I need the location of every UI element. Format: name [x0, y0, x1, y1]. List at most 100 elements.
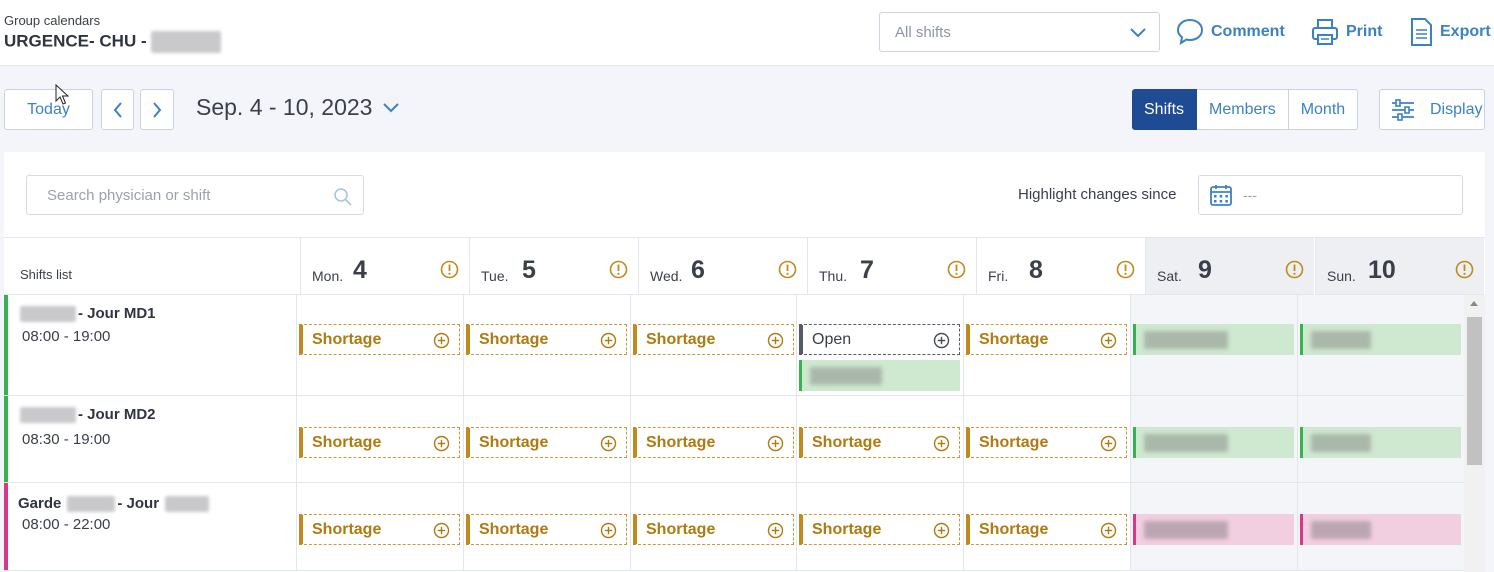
day-number: 7 — [860, 256, 874, 284]
day-cell[interactable]: Shortage — [630, 396, 797, 482]
shift-filter-select[interactable]: All shifts — [879, 12, 1160, 52]
scroll-up-arrow[interactable] — [1470, 301, 1478, 306]
shifts-list-label: Shifts list — [20, 267, 73, 282]
day-header: Thu. 7 — [807, 238, 976, 295]
exclamation-circle-icon[interactable] — [947, 260, 966, 279]
day-cell[interactable]: Shortage — [296, 295, 463, 395]
plus-circle-icon[interactable] — [933, 435, 950, 452]
day-cell[interactable]: Shortage — [963, 483, 1130, 570]
calendar-icon — [1210, 185, 1232, 206]
shortage-shift-chip[interactable]: Shortage — [466, 324, 627, 355]
plus-circle-icon[interactable] — [1100, 435, 1117, 452]
shortage-shift-chip[interactable]: Shortage — [633, 324, 794, 355]
tab-shifts[interactable]: Shifts — [1132, 89, 1198, 130]
plus-circle-icon[interactable] — [600, 435, 617, 452]
shortage-shift-chip[interactable]: Shortage — [966, 324, 1127, 355]
day-header: Mon. 4 — [300, 238, 469, 295]
day-cell[interactable]: Shortage — [463, 295, 630, 395]
assigned-shift-chip[interactable] — [1300, 514, 1461, 545]
today-button[interactable]: Today — [4, 89, 93, 130]
exclamation-circle-icon[interactable] — [778, 260, 797, 279]
day-name: Wed. — [650, 268, 683, 284]
plus-circle-icon[interactable] — [933, 522, 950, 539]
day-cell[interactable] — [1297, 295, 1464, 395]
shift-info[interactable]: Garde - Jour 08:00 - 22:00 — [4, 483, 296, 570]
shortage-shift-chip[interactable]: Shortage — [299, 514, 460, 545]
plus-circle-icon[interactable] — [1100, 522, 1117, 539]
day-cell[interactable]: Shortage — [463, 483, 630, 570]
shortage-shift-chip[interactable]: Shortage — [299, 324, 460, 355]
day-cell[interactable] — [1130, 295, 1297, 395]
exclamation-circle-icon[interactable] — [609, 260, 628, 279]
exclamation-circle-icon[interactable] — [1455, 260, 1474, 279]
plus-circle-icon[interactable] — [433, 435, 450, 452]
tab-month[interactable]: Month — [1288, 89, 1359, 130]
plus-circle-icon[interactable] — [433, 522, 450, 539]
day-cell[interactable]: Shortage — [963, 396, 1130, 482]
display-label: Display — [1430, 100, 1483, 118]
shortage-shift-chip[interactable]: Shortage — [466, 427, 627, 458]
chip-label: Shortage — [479, 520, 549, 538]
day-cell[interactable]: Shortage — [296, 396, 463, 482]
print-button[interactable]: Print — [1310, 14, 1382, 50]
shortage-shift-chip[interactable]: Shortage — [299, 427, 460, 458]
comment-button[interactable]: Comment — [1175, 14, 1285, 50]
plus-circle-icon[interactable] — [767, 332, 784, 349]
shortage-shift-chip[interactable]: Shortage — [799, 514, 960, 545]
tab-members[interactable]: Members — [1197, 89, 1289, 130]
exclamation-circle-icon[interactable] — [440, 260, 459, 279]
search-input[interactable] — [27, 176, 327, 214]
shift-info[interactable]: - Jour MD2 08:30 - 19:00 — [4, 396, 296, 482]
assigned-shift-chip[interactable] — [1133, 427, 1294, 458]
shift-color-bar — [4, 396, 8, 482]
shortage-shift-chip[interactable]: Shortage — [966, 427, 1127, 458]
day-number: 5 — [522, 256, 536, 284]
shortage-shift-chip[interactable]: Shortage — [799, 427, 960, 458]
day-cell[interactable]: Shortage — [296, 483, 463, 570]
scrollbar-thumb[interactable] — [1467, 317, 1482, 465]
day-cell[interactable]: Shortage — [796, 396, 963, 482]
shortage-shift-chip[interactable]: Shortage — [633, 514, 794, 545]
plus-circle-icon[interactable] — [600, 332, 617, 349]
assigned-shift-chip[interactable] — [799, 360, 960, 391]
shift-color-bar — [4, 483, 8, 570]
shift-title-suffix: - Jour — [117, 495, 160, 512]
next-week-button[interactable] — [140, 89, 174, 130]
plus-circle-icon[interactable] — [600, 522, 617, 539]
plus-circle-icon[interactable] — [767, 435, 784, 452]
exclamation-circle-icon[interactable] — [1116, 260, 1135, 279]
day-number: 6 — [691, 256, 705, 284]
assigned-shift-chip[interactable] — [1133, 514, 1294, 545]
day-cell[interactable]: Shortage — [463, 396, 630, 482]
shift-info[interactable]: - Jour MD1 08:00 - 19:00 — [4, 295, 296, 395]
assigned-shift-chip[interactable] — [1133, 324, 1294, 355]
shortage-shift-chip[interactable]: Shortage — [966, 514, 1127, 545]
date-range-picker[interactable]: Sep. 4 - 10, 2023 — [196, 94, 400, 121]
previous-week-button[interactable] — [101, 89, 134, 130]
day-cell[interactable]: Shortage — [963, 295, 1130, 395]
plus-circle-icon[interactable] — [1100, 332, 1117, 349]
day-cell[interactable]: Shortage — [630, 295, 797, 395]
day-header: Fri. 8 — [976, 238, 1145, 295]
day-cell[interactable] — [1130, 483, 1297, 570]
display-button[interactable]: Display — [1379, 89, 1485, 130]
day-cell[interactable] — [1297, 483, 1464, 570]
day-cell[interactable]: Open — [796, 295, 963, 395]
exclamation-circle-icon[interactable] — [1285, 260, 1304, 279]
plus-circle-icon[interactable] — [433, 332, 450, 349]
open-shift-chip[interactable]: Open — [799, 324, 960, 355]
assigned-shift-chip[interactable] — [1300, 324, 1461, 355]
export-button[interactable]: Export — [1408, 14, 1491, 50]
assigned-shift-chip[interactable] — [1300, 427, 1461, 458]
vertical-scrollbar[interactable] — [1464, 295, 1485, 572]
shortage-shift-chip[interactable]: Shortage — [466, 514, 627, 545]
day-cell[interactable] — [1297, 396, 1464, 482]
day-header: Tue. 5 — [469, 238, 638, 295]
shortage-shift-chip[interactable]: Shortage — [633, 427, 794, 458]
highlight-date-field[interactable]: --- — [1198, 175, 1463, 215]
day-cell[interactable]: Shortage — [630, 483, 797, 570]
day-cell[interactable]: Shortage — [796, 483, 963, 570]
plus-circle-icon[interactable] — [767, 522, 784, 539]
day-cell[interactable] — [1130, 396, 1297, 482]
plus-circle-icon[interactable] — [933, 332, 950, 349]
